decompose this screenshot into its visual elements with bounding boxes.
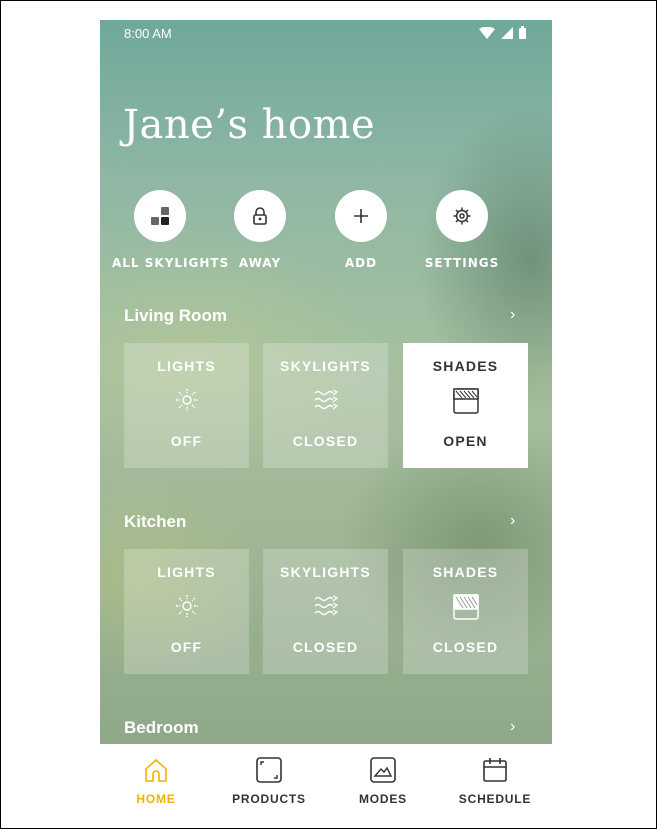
settings-button[interactable]: SETTINGS xyxy=(414,190,510,270)
tile-state: CLOSED xyxy=(432,639,499,655)
lock-icon xyxy=(253,207,267,225)
tile-label: SHADES xyxy=(432,564,499,580)
tile-state: OFF xyxy=(170,433,203,449)
room-title-living-room[interactable]: Living Room xyxy=(124,306,227,326)
tab-modes[interactable]: MODES xyxy=(328,756,438,806)
house-icon xyxy=(101,756,211,784)
tile-label: LIGHTS xyxy=(157,564,216,580)
action-label: AWAY xyxy=(238,256,282,270)
tab-label: SCHEDULE xyxy=(458,792,532,806)
action-label: ALL SKYLIGHTS xyxy=(112,256,230,270)
tile-label: LIGHTS xyxy=(157,358,216,374)
all-skylights-circle[interactable] xyxy=(134,190,186,242)
plus-icon xyxy=(354,209,368,223)
wind-icon xyxy=(263,593,388,619)
kitchen-skylights-tile[interactable]: SKYLIGHTS CLOSED xyxy=(263,549,388,674)
battery-icon xyxy=(519,26,526,39)
add-circle[interactable] xyxy=(335,190,387,242)
all-skylights-button[interactable]: ALL SKYLIGHTS xyxy=(112,190,230,270)
tile-state: CLOSED xyxy=(292,433,359,449)
kitchen-lights-tile[interactable]: LIGHTS OFF xyxy=(124,549,249,674)
tab-label: HOME xyxy=(136,792,176,806)
shade-icon xyxy=(403,387,528,415)
chevron-right-icon[interactable]: › xyxy=(510,718,515,736)
tile-label: SHADES xyxy=(432,358,499,374)
grid-squares-icon xyxy=(151,207,169,225)
frame-icon xyxy=(214,756,324,784)
chevron-right-icon[interactable]: › xyxy=(510,512,515,530)
tab-home[interactable]: HOME xyxy=(101,756,211,806)
add-button[interactable]: ADD xyxy=(313,190,409,270)
gear-icon xyxy=(453,207,471,225)
tab-products[interactable]: PRODUCTS xyxy=(214,756,324,806)
tab-schedule[interactable]: SCHEDULE xyxy=(440,756,550,806)
mountain-icon xyxy=(328,756,438,784)
living-room-shades-tile[interactable]: SHADES OPEN xyxy=(403,343,528,468)
action-label: SETTINGS xyxy=(424,256,500,270)
room-title-kitchen[interactable]: Kitchen xyxy=(124,512,186,532)
bottom-tab-bar: HOME PRODUCTS MODES SCHEDULE xyxy=(100,744,552,820)
tile-state: OFF xyxy=(170,639,203,655)
away-button[interactable]: AWAY xyxy=(212,190,308,270)
kitchen-shades-tile[interactable]: SHADES CLOSED xyxy=(403,549,528,674)
tile-label: SKYLIGHTS xyxy=(280,358,371,374)
wind-icon xyxy=(263,387,388,413)
status-icons xyxy=(479,26,526,39)
settings-circle[interactable] xyxy=(436,190,488,242)
shade-icon xyxy=(403,593,528,621)
signal-icon xyxy=(501,26,513,39)
living-room-lights-tile[interactable]: LIGHTS OFF xyxy=(124,343,249,468)
status-time: 8:00 AM xyxy=(124,26,172,41)
away-circle[interactable] xyxy=(234,190,286,242)
sun-icon xyxy=(124,387,249,413)
home-title: Jane’s home xyxy=(123,102,376,148)
room-title-bedroom[interactable]: Bedroom xyxy=(124,718,199,738)
phone-screen: 8:00 AM Jane’s home ALL SKYLIGHTS AWAY A… xyxy=(100,20,552,820)
action-label: ADD xyxy=(344,256,378,270)
living-room-skylights-tile[interactable]: SKYLIGHTS CLOSED xyxy=(263,343,388,468)
tile-label: SKYLIGHTS xyxy=(280,564,371,580)
wifi-icon xyxy=(479,26,495,39)
calendar-icon xyxy=(440,756,550,784)
tile-state: OPEN xyxy=(443,433,488,449)
tab-label: MODES xyxy=(358,792,407,806)
tile-state: CLOSED xyxy=(292,639,359,655)
tab-label: PRODUCTS xyxy=(232,792,306,806)
chevron-right-icon[interactable]: › xyxy=(510,306,515,324)
sun-icon xyxy=(124,593,249,619)
